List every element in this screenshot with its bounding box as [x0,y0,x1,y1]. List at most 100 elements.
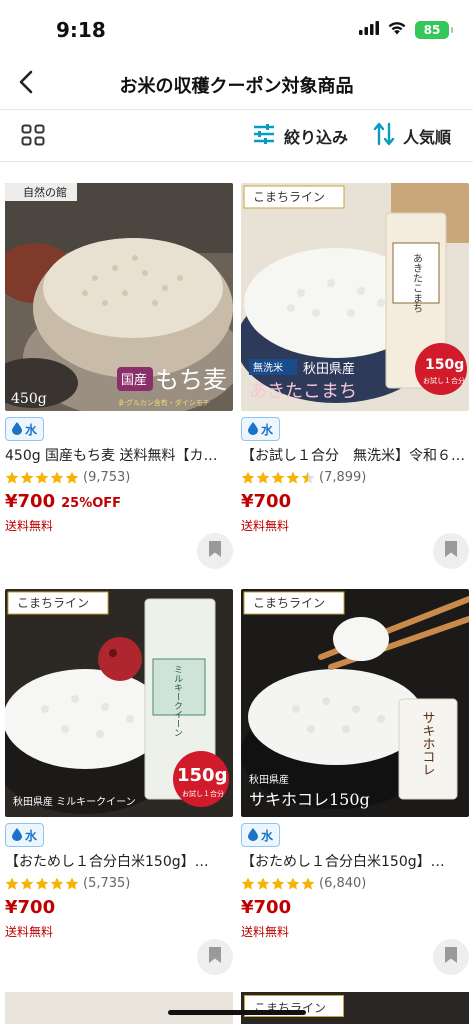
price: ¥700 [5,897,56,918]
status-bar: 9:18 85 [0,0,473,60]
status-icons: 85 [359,20,453,39]
price-row: ¥700 [241,491,291,512]
star-icon [241,877,255,889]
review-count: (7,899) [319,470,367,485]
product-image[interactable]: サキホコレ こまちライン 秋田県産 サキホコレ150g [241,589,469,817]
image-name: サキホコレ150g [249,790,370,809]
review-count: (5,735) [83,876,131,891]
product-title[interactable]: 【お試し１合分 無洗米】令和６… [241,445,469,465]
shipping-label: 送料無料 [241,925,290,939]
image-weight: 450g [11,391,47,407]
bookmark-button[interactable] [433,533,469,569]
filter-label: 絞り込み [284,128,349,147]
shop-label: 自然の館 [23,185,67,199]
bookmark-icon [208,540,222,562]
star-rating [241,471,315,485]
grid-view-button[interactable] [18,123,48,151]
shipping-label: 送料無料 [241,519,290,533]
product-title[interactable]: 【おためし１合分白米150g】… [5,851,233,871]
toolbar: 絞り込み 人気順 [0,110,473,162]
package-text: サキホコレ [420,711,435,776]
price-row: ¥700 [5,897,55,918]
signal-icon [359,20,379,39]
status-time: 9:18 [56,18,106,42]
product-title[interactable]: 【おためし１合分白米150g】… [241,851,469,871]
star-icon [286,877,300,889]
star-icon [241,471,255,483]
star-icon [271,877,285,889]
image-region: 秋田県産 [249,773,289,786]
shipping-label: 送料無料 [5,925,54,939]
water-drop-icon [248,826,258,845]
product-image-partial[interactable] [5,992,233,1024]
review-count: (6,840) [319,876,367,891]
water-badge: 水 [5,823,45,847]
water-badge: 水 [5,417,45,441]
star-icon [5,471,19,483]
image-name-big: もち麦 [155,366,227,394]
water-badge: 水 [241,823,281,847]
star-rating [241,877,315,891]
wifi-icon [387,20,407,39]
product-card[interactable]: 自然の館 450g 国産 もち麦 β-グルカン含有・ダイシモチ 水 450g 国… [5,183,233,573]
product-card[interactable]: サキホコレ こまちライン 秋田県産 サキホコレ150g 水 【おためし１合分白米… [241,589,469,979]
star-icon [20,877,34,889]
star-icon [301,877,315,889]
price: ¥700 [241,491,292,512]
rating: (9,753) [5,470,130,485]
image-caption: 秋田県産 ミルキークイーン [13,795,136,808]
bookmark-icon [444,946,458,968]
image-weight: 150g [425,357,464,373]
price-row: ¥700 [241,897,291,918]
shop-label: こまちライン [17,596,89,610]
water-drop-icon [248,420,258,439]
product-title[interactable]: 450g 国産もち麦 送料無料【カ… [5,445,233,465]
image-caption: β-グルカン含有・ダイシモチ [119,398,210,407]
image-name-small: 国産 [121,372,147,388]
water-badge-label: 水 [261,422,274,437]
product-image[interactable]: あきたこまち こまちライン 無洗米 秋田県産 あきたこまち 150g お試し１合… [241,183,469,411]
star-icon [271,471,285,483]
water-badge-label: 水 [261,828,274,843]
product-card[interactable]: ミルキークイーン こまちライン 秋田県産 ミルキークイーン 150g お試し１合… [5,589,233,979]
bookmark-icon [208,946,222,968]
page-title: お米の収穫クーポン対象商品 [119,76,354,97]
filter-sliders-icon [252,123,276,149]
product-image-partial[interactable]: こまちライン [241,992,469,1024]
sort-button[interactable]: 人気順 [373,122,451,150]
star-icon [301,471,315,483]
star-icon [65,471,79,483]
bookmark-button[interactable] [433,939,469,975]
bookmark-button[interactable] [197,939,233,975]
sort-label: 人気順 [403,128,452,147]
image-sub: お試し１合分 [182,789,224,798]
star-rating [5,471,79,485]
shipping-label: 送料無料 [5,519,54,533]
package-text: ミルキークイーン [172,665,183,737]
star-rating [5,877,79,891]
star-icon [50,471,64,483]
shop-label: こまちライン [253,190,325,204]
bookmark-icon [444,540,458,562]
price: ¥700 [241,897,292,918]
star-icon [65,877,79,889]
grid-icon [21,124,45,150]
image-region: 秋田県産 [303,361,355,377]
product-card[interactable]: あきたこまち こまちライン 無洗米 秋田県産 あきたこまち 150g お試し１合… [241,183,469,573]
package-text: あきたこまち [411,253,422,313]
next-row-preview: こまちライン [0,992,473,1024]
discount-label: 25%OFF [61,496,122,511]
rating: (7,899) [241,470,366,485]
image-sub: お試し１合分 [423,376,465,385]
star-icon [286,471,300,483]
product-image[interactable]: ミルキークイーン こまちライン 秋田県産 ミルキークイーン 150g お試し１合… [5,589,233,817]
star-icon [20,471,34,483]
rating: (6,840) [241,876,366,891]
bookmark-button[interactable] [197,533,233,569]
image-weight: 150g [177,765,227,786]
price: ¥700 [5,491,56,512]
product-image[interactable]: 自然の館 450g 国産 もち麦 β-グルカン含有・ダイシモチ [5,183,233,411]
nav-bar: お米の収穫クーポン対象商品 [0,60,473,110]
star-icon [35,471,49,483]
filter-button[interactable]: 絞り込み [252,122,348,150]
